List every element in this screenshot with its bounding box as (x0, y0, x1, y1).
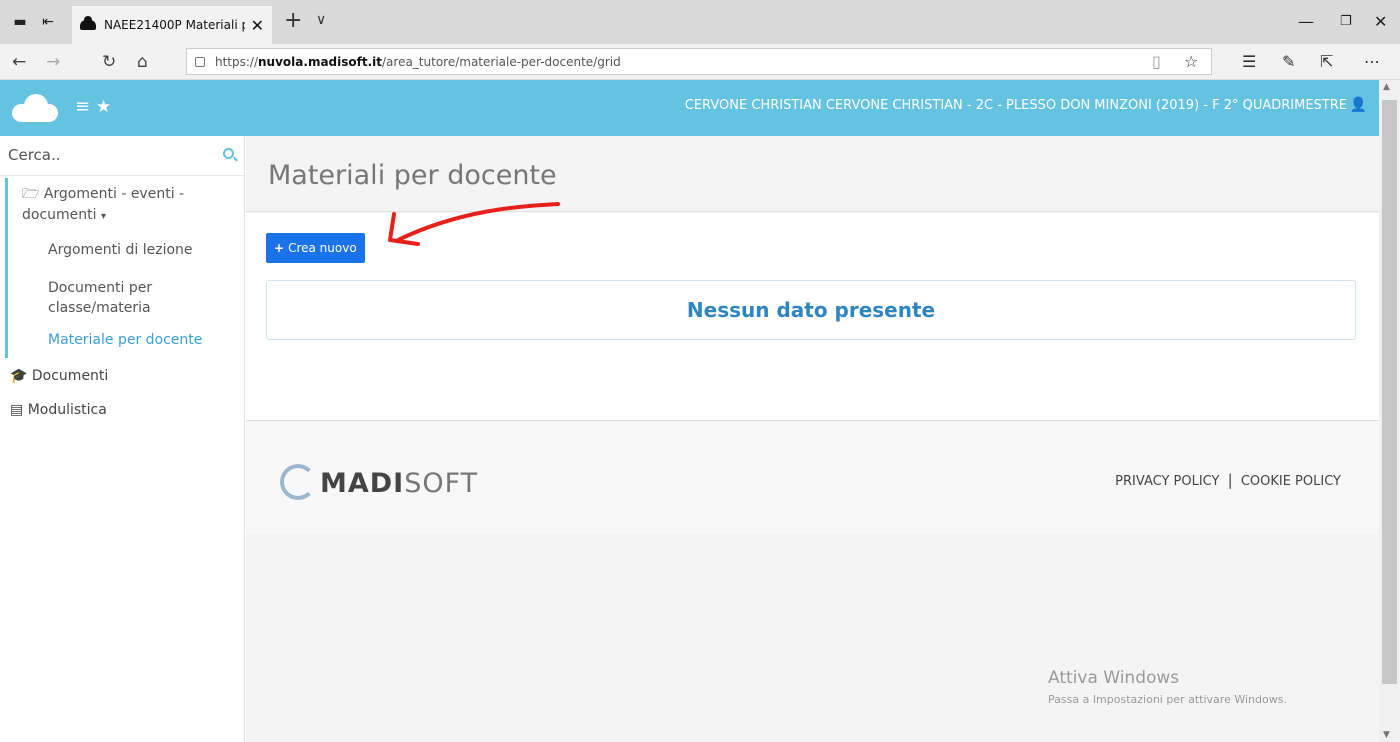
annotation-arrow (388, 202, 560, 246)
graduation-cap-icon: 🎓 (10, 368, 28, 384)
browser-tab[interactable]: NAEE21400P Materiali p ✕ (72, 6, 272, 44)
sidebar-item-documenti[interactable]: 🎓 Documenti (10, 368, 108, 384)
new-button-label: Crea nuovo (288, 241, 357, 255)
top-navbar: ≡ ★ CERVONE CHRISTIAN CERVONE CHRISTIAN … (0, 80, 1379, 136)
more-icon[interactable]: ⋯ (1364, 52, 1380, 71)
watermark-line2: Passa a Impostazioni per attivare Window… (1048, 693, 1287, 706)
restore-icon[interactable]: ❐ (1340, 14, 1352, 29)
close-icon[interactable]: ✕ (251, 16, 264, 35)
cloud-logo[interactable] (12, 94, 58, 122)
cloud-icon (80, 16, 96, 30)
address-bar: ← → ↻ ⌂ https://nuvola.madisoft.it/area_… (0, 44, 1400, 80)
footer-separator: | (1227, 471, 1233, 489)
plus-icon[interactable]: + (284, 10, 302, 32)
browser-tab-bar: ▬ ⇤ NAEE21400P Materiali p ✕ + ∨ — ❐ ✕ (0, 0, 1400, 44)
caret-down-icon: ▾ (100, 211, 107, 222)
home-icon[interactable]: ⌂ (137, 52, 148, 72)
forward-icon[interactable]: → (46, 52, 60, 72)
scroll-down-icon[interactable]: ▼ (1383, 730, 1390, 740)
sidebar-item-label: Modulistica (27, 402, 107, 418)
forms-icon: ▤ (10, 402, 24, 418)
url-prefix: https:// (215, 54, 259, 69)
back-icon[interactable]: ← (12, 52, 26, 72)
new-button[interactable]: + Crea nuovo (266, 233, 365, 263)
scrollbar-thumb[interactable] (1382, 100, 1397, 684)
url-domain: nuvola.madisoft.it (258, 54, 382, 69)
logo-text-light: SOFT (404, 468, 479, 499)
sidebar-item-materiale-docente[interactable]: Materiale per docente (48, 330, 202, 350)
sidebar-item-modulistica[interactable]: ▤ Modulistica (10, 402, 107, 418)
empty-state: Nessun dato presente (266, 280, 1356, 340)
folder-open-icon: 🗁 (22, 186, 40, 202)
search-input[interactable]: Cerca.. (0, 136, 244, 176)
menu-icon[interactable]: ≡ (75, 96, 90, 118)
privacy-policy-link[interactable]: PRIVACY POLICY (1115, 474, 1219, 489)
sidebar-item-label: Documenti (31, 368, 109, 384)
scroll-up-icon[interactable]: ▲ (1383, 82, 1390, 92)
watermark-line1: Attiva Windows (1048, 668, 1180, 688)
favorites-list-icon[interactable]: ☰ (1242, 52, 1256, 71)
search-icon[interactable] (223, 148, 234, 159)
sidebar-group-toggle[interactable]: 🗁 Argomenti - eventi - documenti ▾ (22, 184, 222, 227)
plus-icon: + (274, 241, 285, 255)
user-info[interactable]: CERVONE CHRISTIAN CERVONE CHRISTIAN - 2C… (685, 98, 1347, 113)
logo-text-bold: MADI (320, 468, 405, 499)
sidebar-item-documenti-classe[interactable]: Documenti per classe/materia (48, 278, 218, 318)
sidebar-item-argomenti[interactable]: Argomenti di lezione (48, 240, 193, 260)
favorite-icon[interactable]: ☆ (1184, 52, 1198, 71)
share-icon[interactable]: ⇱ (1320, 52, 1333, 71)
lock-icon (195, 56, 205, 67)
url-path: /area_tutore/materiale-per-docente/grid (382, 54, 621, 69)
reading-view-icon[interactable]: ▯ (1152, 52, 1161, 71)
search-placeholder: Cerca.. (8, 146, 61, 164)
close-window-icon[interactable]: ✕ (1374, 12, 1387, 31)
tab-manage-icon[interactable]: ▬ (10, 12, 30, 32)
web-app: ≡ ★ CERVONE CHRISTIAN CERVONE CHRISTIAN … (0, 80, 1400, 742)
windows-watermark: Attiva Windows Passa a Impostazioni per … (1048, 668, 1287, 706)
footer-links: PRIVACY POLICY | COOKIE POLICY (1115, 471, 1341, 489)
tab-back-icon[interactable]: ⇤ (38, 12, 58, 32)
sidebar-group: 🗁 Argomenti - eventi - documenti ▾ Argom… (5, 178, 244, 358)
scrollbar[interactable]: ▲ ▼ (1379, 80, 1400, 742)
cookie-policy-link[interactable]: COOKIE POLICY (1241, 474, 1341, 489)
minimize-icon[interactable]: — (1298, 12, 1314, 31)
footer: MADISOFT PRIVACY POLICY | COOKIE POLICY (246, 422, 1379, 534)
star-icon[interactable]: ★ (96, 96, 111, 118)
madisoft-logo: MADISOFT (280, 462, 477, 502)
refresh-icon[interactable]: ↻ (102, 52, 116, 72)
pen-icon[interactable]: ✎ (1282, 52, 1295, 71)
url-field[interactable]: https://nuvola.madisoft.it/area_tutore/m… (186, 48, 1212, 75)
sidebar: Cerca.. 🗁 Argomenti - eventi - documenti… (0, 136, 245, 742)
tab-title: NAEE21400P Materiali p (104, 18, 245, 32)
user-icon[interactable]: 👤 (1350, 97, 1367, 113)
chevron-down-icon[interactable]: ∨ (316, 12, 326, 28)
page-title: Materiali per docente (268, 160, 557, 191)
